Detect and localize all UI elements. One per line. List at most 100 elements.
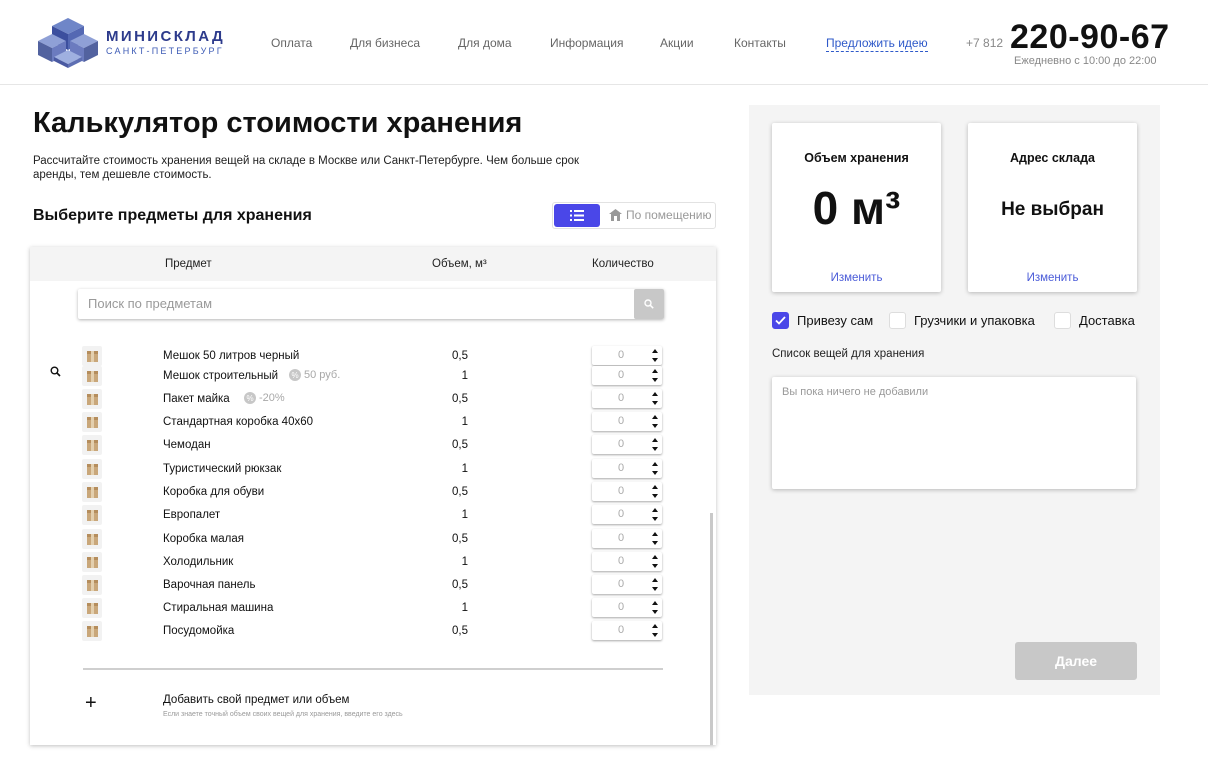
quantity-value[interactable]: 0 [618,555,624,567]
quantity-stepper[interactable]: 0 [592,459,662,478]
quantity-stepper[interactable]: 0 [592,505,662,524]
item-name: Европалет [163,509,221,521]
item-volume: 0,5 [452,579,468,591]
view-list-button[interactable] [554,204,600,227]
search-box [78,289,664,319]
item-volume: 0,5 [452,625,468,637]
header-volume: Объем, м³ [432,258,487,270]
quantity-value[interactable]: 0 [618,349,624,361]
item-volume: 1 [461,416,468,428]
item-volume: 1 [461,370,468,382]
item-volume: 0,5 [452,533,468,545]
quantity-value[interactable]: 0 [618,392,624,404]
checkbox-icon[interactable] [1054,311,1071,329]
next-button[interactable]: Далее [1015,642,1137,680]
nav-business[interactable]: Для бизнеса [350,36,420,50]
quantity-stepper[interactable]: 0 [592,412,662,431]
quantity-stepper[interactable]: 0 [592,482,662,501]
table-row: Варочная панель 0,5 0 [30,575,716,598]
scrollbar[interactable] [710,513,713,745]
table-row: Мешок строительный% 50 руб. 1 0 [30,366,716,389]
quantity-value[interactable]: 0 [618,508,624,520]
search-input[interactable] [88,296,618,311]
quantity-stepper[interactable]: 0 [592,435,662,454]
item-volume: 1 [461,556,468,568]
phone-number[interactable]: 220-90-67 [1010,18,1170,57]
view-room-label: По помещению [626,208,712,222]
nav-info[interactable]: Информация [550,36,623,50]
quantity-stepper[interactable]: 0 [592,389,662,408]
spinner-arrows-icon[interactable] [651,437,659,452]
phone-hours: Ежедневно с 10:00 до 22:00 [1014,55,1157,67]
nav-contacts[interactable]: Контакты [734,36,786,50]
phone-prefix: +7 812 [966,36,1004,50]
table-header: Предмет Объем, м³ Количество [30,247,716,281]
spinner-arrows-icon[interactable] [651,507,659,522]
quantity-stepper[interactable]: 0 [592,621,662,640]
quantity-value[interactable]: 0 [618,578,624,590]
storage-list-empty: Вы пока ничего не добавили [782,386,929,398]
nav-home[interactable]: Для дома [458,36,512,50]
address-change-link[interactable]: Изменить [968,272,1137,284]
item-name: Стиральная машина [163,602,274,614]
spinner-arrows-icon[interactable] [651,391,659,406]
checkbox-checked-icon[interactable] [772,311,789,329]
item-name: Пакет майка [163,393,230,405]
item-volume: 1 [461,602,468,614]
spinner-arrows-icon[interactable] [651,623,659,638]
table-row: Чемодан 0,5 0 [30,435,716,458]
spinner-arrows-icon[interactable] [651,577,659,592]
spinner-arrows-icon[interactable] [651,348,659,363]
spinner-arrows-icon[interactable] [651,554,659,569]
section-title: Выберите предметы для хранения [33,207,312,224]
spinner-arrows-icon[interactable] [651,461,659,476]
add-plus-icon[interactable]: + [85,693,97,713]
house-icon [609,209,622,221]
quantity-value[interactable]: 0 [618,601,624,613]
volume-card: Объем хранения 0 м³ Изменить [772,123,941,292]
checkbox-icon[interactable] [889,311,906,329]
address-card-title: Адрес склада [1010,151,1095,165]
add-custom-title[interactable]: Добавить свой предмет или объем [163,694,349,706]
items-table: Предмет Объем, м³ Количество Мешок 50 ли… [30,247,716,745]
quantity-value[interactable]: 0 [618,415,624,427]
spinner-arrows-icon[interactable] [651,531,659,546]
box-icon [82,459,102,479]
quantity-value[interactable]: 0 [618,369,624,381]
spinner-arrows-icon[interactable] [651,600,659,615]
nav-suggest-idea[interactable]: Предложить идею [826,36,928,52]
spinner-arrows-icon[interactable] [651,484,659,499]
box-icon [82,505,102,525]
quantity-stepper[interactable]: 0 [592,529,662,548]
view-room-button[interactable]: По помещению [609,208,711,222]
quantity-value[interactable]: 0 [618,485,624,497]
quantity-stepper[interactable]: 0 [592,575,662,594]
spinner-arrows-icon[interactable] [651,414,659,429]
volume-change-link[interactable]: Изменить [772,272,941,284]
quantity-value[interactable]: 0 [618,438,624,450]
logo[interactable]: МИНИСКЛАД САНКТ-ПЕТЕРБУРГ [38,16,238,68]
item-name: Посудомойка [163,625,235,637]
table-row: Посудомойка 0,5 0 [30,621,716,644]
discount-icon: % [289,369,301,381]
item-volume: 0,5 [452,439,468,451]
option-movers[interactable]: Грузчики и упаковка [889,311,1035,329]
quantity-value[interactable]: 0 [618,532,624,544]
nav-payment[interactable]: Оплата [271,36,312,50]
quantity-stepper[interactable]: 0 [592,366,662,385]
box-icon [82,598,102,618]
nav-promo[interactable]: Акции [660,36,694,50]
quantity-value[interactable]: 0 [618,462,624,474]
box-icon [82,435,102,455]
quantity-stepper[interactable]: 0 [592,598,662,617]
quantity-stepper[interactable]: 0 [592,552,662,571]
quantity-stepper[interactable]: 0 [592,346,662,365]
address-value: Не выбран [1001,199,1104,220]
quantity-value[interactable]: 0 [618,624,624,636]
spinner-arrows-icon[interactable] [651,368,659,383]
option-self-delivery[interactable]: Привезу сам [772,311,873,329]
volume-card-title: Объем хранения [804,151,909,165]
option-delivery[interactable]: Доставка [1054,311,1135,329]
item-name: Коробка для обуви [163,486,265,498]
search-button[interactable] [634,289,664,319]
